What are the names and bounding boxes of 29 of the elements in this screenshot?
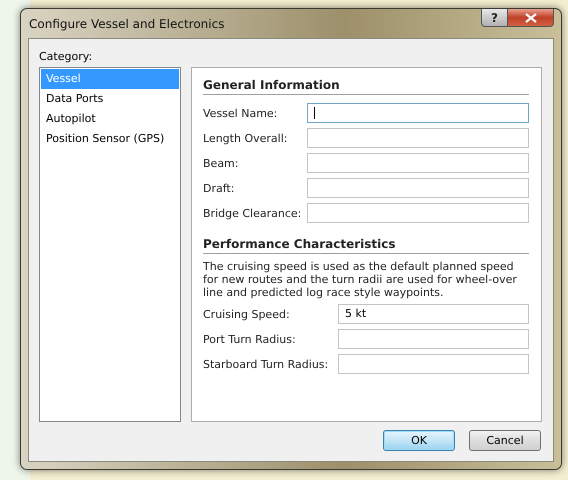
category-item[interactable]: Data Ports	[41, 89, 179, 109]
input-field[interactable]	[307, 203, 529, 223]
ok-button[interactable]: OK	[383, 430, 455, 451]
field-label: Vessel Name:	[203, 106, 278, 120]
close-button[interactable]	[508, 9, 554, 27]
section-heading: Performance Characteristics	[203, 237, 529, 254]
section-heading: General Information	[203, 78, 529, 95]
input-field[interactable]	[338, 354, 529, 374]
input-field[interactable]	[307, 103, 529, 123]
cancel-button[interactable]: Cancel	[469, 430, 541, 451]
window-title: Configure Vessel and Electronics	[28, 16, 226, 30]
field-label: Length Overall:	[203, 132, 288, 144]
description-text: The cruising speed is used as the default planned speed for new routes and the turn radii are used for wheel-over line and predicted log race style waypoints.	[203, 260, 518, 299]
input-field[interactable]	[338, 329, 529, 349]
field-label: Bridge Clearance:	[203, 206, 302, 220]
field-label: Draft:	[203, 182, 236, 194]
category-item[interactable]: Autopilot	[41, 109, 179, 129]
field-label: Beam:	[203, 156, 240, 170]
close-icon	[524, 12, 536, 22]
field-label: Port Turn Radius:	[203, 332, 297, 346]
category-label: Category:	[39, 50, 94, 63]
category-item[interactable]: Position Sensor (GPS)	[41, 129, 179, 149]
field-label: Starboard Turn Radius:	[203, 358, 330, 370]
input-field[interactable]	[307, 153, 529, 173]
input-field[interactable]	[307, 178, 529, 198]
input-field[interactable]	[307, 128, 529, 148]
field-label: Cruising Speed:	[203, 308, 291, 320]
input-field[interactable]: 5 kt	[338, 304, 529, 324]
help-button[interactable]: ?	[481, 9, 508, 27]
